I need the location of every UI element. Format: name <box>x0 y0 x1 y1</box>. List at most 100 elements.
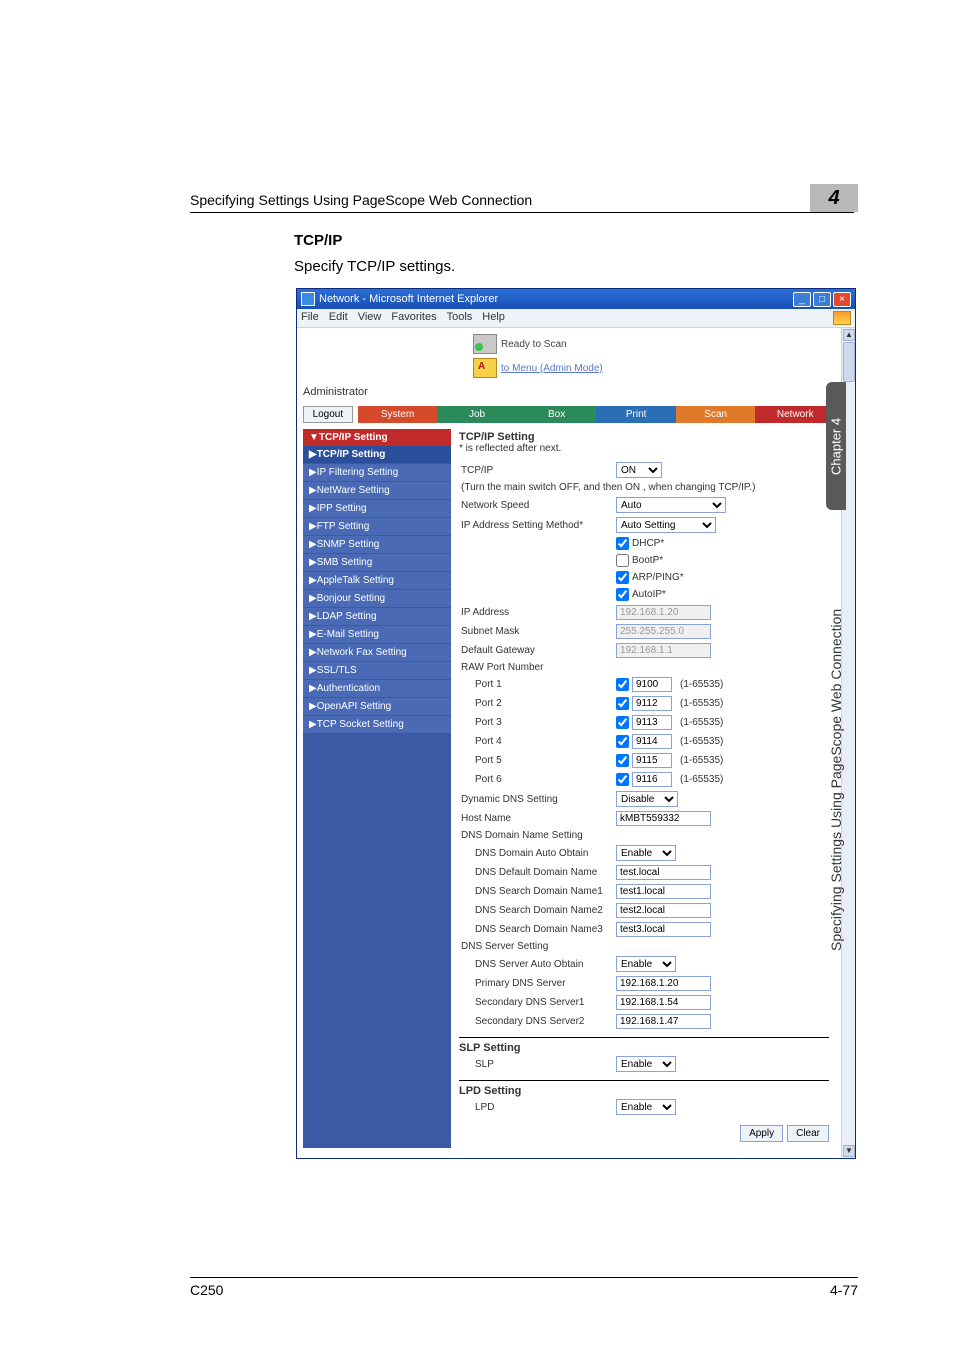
label-dns-domain-title: DNS Domain Name Setting <box>459 828 829 843</box>
range-port2: (1-65535) <box>680 698 723 709</box>
input-dns-search3[interactable] <box>616 922 711 937</box>
select-tcpip[interactable]: ON <box>616 462 662 478</box>
sidebar-item-authentication[interactable]: ▶Authentication <box>303 679 451 697</box>
sidebar-sub-tcpip[interactable]: ▶TCP/IP Setting <box>303 446 451 463</box>
checkbox-port6[interactable] <box>616 773 629 786</box>
tab-scan[interactable]: Scan <box>676 406 756 423</box>
logout-button[interactable]: Logout <box>303 406 353 423</box>
select-ip-method[interactable]: Auto Setting <box>616 517 716 533</box>
checkbox-dhcp[interactable] <box>616 537 629 550</box>
select-ddns[interactable]: Disable <box>616 791 678 807</box>
label-ipaddress: IP Address <box>459 603 614 622</box>
checkbox-port1[interactable] <box>616 678 629 691</box>
input-dns-sec1[interactable] <box>616 995 711 1010</box>
sidebar-item-openapi[interactable]: ▶OpenAPI Setting <box>303 697 451 715</box>
scroll-down-icon[interactable]: ▼ <box>843 1145 855 1157</box>
label-lpd: LPD <box>459 1097 614 1117</box>
sidebar-item-ssl-tls[interactable]: ▶SSL/TLS <box>303 661 451 679</box>
chapter-badge: 4 <box>810 184 858 212</box>
checkbox-port2[interactable] <box>616 697 629 710</box>
sidebar-item-appletalk[interactable]: ▶AppleTalk Setting <box>303 571 451 589</box>
checkbox-arpping[interactable] <box>616 571 629 584</box>
page-header: Specifying Settings Using PageScope Web … <box>190 192 854 213</box>
menu-favorites[interactable]: Favorites <box>391 311 436 325</box>
input-dns-primary[interactable] <box>616 976 711 991</box>
sidebar-item-ftp[interactable]: ▶FTP Setting <box>303 517 451 535</box>
sidebar-item-ldap[interactable]: ▶LDAP Setting <box>303 607 451 625</box>
menu-view[interactable]: View <box>358 311 382 325</box>
tab-system[interactable]: System <box>358 406 438 423</box>
section-title: TCP/IP <box>294 232 342 249</box>
sidebar-item-netware[interactable]: ▶NetWare Setting <box>303 481 451 499</box>
label-dns-server-title: DNS Server Setting <box>459 939 829 954</box>
clear-button[interactable]: Clear <box>787 1125 829 1142</box>
sidebar-item-tcp-socket[interactable]: ▶TCP Socket Setting <box>303 715 451 733</box>
input-dns-search1[interactable] <box>616 884 711 899</box>
label-tcpip: TCP/IP <box>459 460 614 480</box>
checkbox-port3[interactable] <box>616 716 629 729</box>
apply-button[interactable]: Apply <box>740 1125 783 1142</box>
input-dns-default[interactable] <box>616 865 711 880</box>
input-dns-search2[interactable] <box>616 903 711 918</box>
sidebar-header-tcpip[interactable]: ▼TCP/IP Setting <box>303 429 451 446</box>
tab-row: Logout System Job Box Print Scan Network <box>297 402 841 429</box>
tab-network[interactable]: Network <box>755 406 835 423</box>
label-dns-default: DNS Default Domain Name <box>459 863 614 882</box>
label-port2: Port 2 <box>459 694 614 713</box>
group-title-tcpip: TCP/IP Setting <box>459 431 829 443</box>
input-port6[interactable] <box>632 772 672 787</box>
tab-print[interactable]: Print <box>596 406 676 423</box>
menu-help[interactable]: Help <box>482 311 505 325</box>
group-title-lpd: LPD Setting <box>459 1085 829 1097</box>
select-network-speed[interactable]: Auto <box>616 497 726 513</box>
scroll-up-icon[interactable]: ▲ <box>843 329 855 341</box>
label-port3: Port 3 <box>459 713 614 732</box>
input-port3[interactable] <box>632 715 672 730</box>
tab-job[interactable]: Job <box>437 406 517 423</box>
checkbox-port4[interactable] <box>616 735 629 748</box>
tab-box[interactable]: Box <box>517 406 597 423</box>
label-dhcp: DHCP* <box>632 538 664 549</box>
side-caption: Specifying Settings Using PageScope Web … <box>826 520 846 1040</box>
label-network-speed: Network Speed <box>459 495 614 515</box>
sidebar-item-ipp[interactable]: ▶IPP Setting <box>303 499 451 517</box>
input-port5[interactable] <box>632 753 672 768</box>
range-port6: (1-65535) <box>680 774 723 785</box>
select-lpd[interactable]: Enable <box>616 1099 676 1115</box>
label-arpping: ARP/PING* <box>632 572 684 583</box>
sidebar-item-email[interactable]: ▶E-Mail Setting <box>303 625 451 643</box>
input-port4[interactable] <box>632 734 672 749</box>
select-dns-domain-auto[interactable]: Enable <box>616 845 676 861</box>
label-dns-search3: DNS Search Domain Name3 <box>459 920 614 939</box>
select-dns-server-auto[interactable]: Enable <box>616 956 676 972</box>
label-bootp: BootP* <box>632 555 663 566</box>
checkbox-autoip[interactable] <box>616 588 629 601</box>
window-maximize-button[interactable]: □ <box>813 292 831 307</box>
input-dns-sec2[interactable] <box>616 1014 711 1029</box>
browser-window: Network - Microsoft Internet Explorer _ … <box>296 288 856 1159</box>
to-menu-link[interactable]: to Menu (Admin Mode) <box>501 363 603 374</box>
input-port2[interactable] <box>632 696 672 711</box>
checkbox-port5[interactable] <box>616 754 629 767</box>
window-close-button[interactable]: × <box>833 292 851 307</box>
checkbox-bootp[interactable] <box>616 554 629 567</box>
browser-content: ▲ ▼ Ready to Scan A to Menu (Admin Mode)… <box>297 328 855 1158</box>
select-slp[interactable]: Enable <box>616 1056 676 1072</box>
sidebar-item-smb[interactable]: ▶SMB Setting <box>303 553 451 571</box>
sidebar-item-network-fax[interactable]: ▶Network Fax Setting <box>303 643 451 661</box>
scrollbar-thumb[interactable] <box>843 342 855 382</box>
sidebar-item-ip-filtering[interactable]: ▶IP Filtering Setting <box>303 463 451 481</box>
label-raw-port: RAW Port Number <box>459 660 614 675</box>
window-minimize-button[interactable]: _ <box>793 292 811 307</box>
label-dns-search2: DNS Search Domain Name2 <box>459 901 614 920</box>
menu-tools[interactable]: Tools <box>447 311 473 325</box>
footer-rule <box>190 1277 858 1278</box>
hint-tcpip: (Turn the main switch OFF, and then ON ,… <box>459 480 829 495</box>
sidebar-item-snmp[interactable]: ▶SNMP Setting <box>303 535 451 553</box>
input-hostname[interactable] <box>616 811 711 826</box>
input-port1[interactable] <box>632 677 672 692</box>
label-dns-domain-auto: DNS Domain Auto Obtain <box>459 843 614 863</box>
menu-file[interactable]: File <box>301 311 319 325</box>
sidebar-item-bonjour[interactable]: ▶Bonjour Setting <box>303 589 451 607</box>
menu-edit[interactable]: Edit <box>329 311 348 325</box>
